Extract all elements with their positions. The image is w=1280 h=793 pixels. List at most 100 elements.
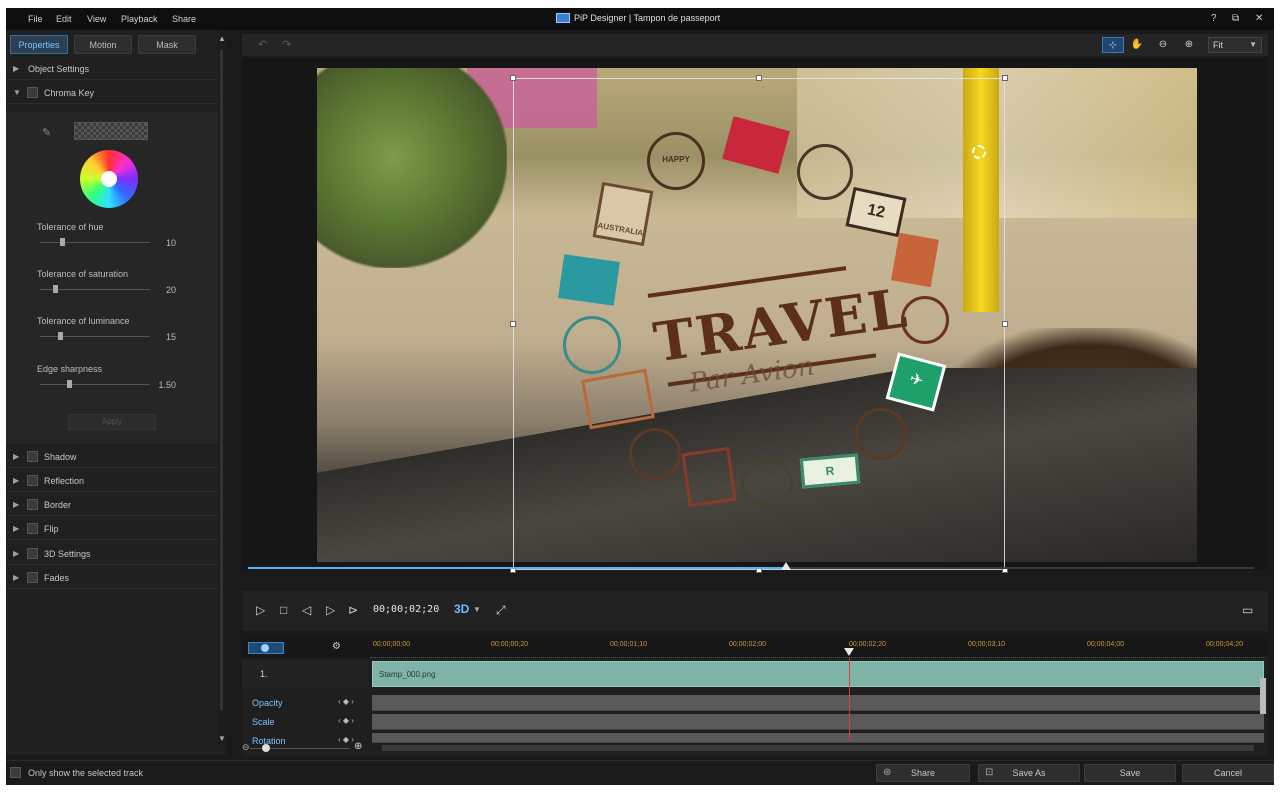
save-as-button[interactable]: ⊡ Save As (978, 764, 1080, 782)
object-selection-box[interactable] (510, 75, 1008, 573)
collapse-arrow-icon[interactable]: ▼ (13, 88, 21, 97)
slider-knob[interactable] (60, 238, 65, 246)
timeline-clip[interactable]: Stamp_000.png (372, 661, 1264, 687)
section-chroma-key[interactable]: ▼ Chroma Key (6, 82, 218, 104)
chroma-key-checkbox[interactable] (27, 87, 38, 98)
close-icon[interactable]: ✕ (1255, 13, 1263, 24)
undo-icon[interactable]: ↶ (258, 38, 267, 51)
playback-progress-knob[interactable] (781, 562, 792, 570)
key-color-swatch[interactable] (74, 122, 148, 140)
3d-mode-button[interactable]: 3D (454, 602, 469, 616)
border-checkbox[interactable] (27, 499, 38, 510)
menu-edit[interactable]: Edit (56, 14, 72, 24)
fullscreen-icon[interactable]: ⤢ (496, 603, 506, 618)
expand-arrow-icon[interactable]: ▶ (13, 524, 19, 533)
playhead-handle[interactable] (844, 648, 855, 656)
zoom-out-icon[interactable]: ⊖ (242, 742, 250, 753)
play-icon[interactable]: ▷ (256, 603, 265, 617)
timeline-scroll-thumb[interactable] (382, 745, 1254, 751)
stop-icon[interactable]: □ (280, 603, 287, 617)
properties-scrollbar[interactable]: ▲ ▼ (218, 30, 226, 745)
resize-handle[interactable] (756, 75, 762, 81)
chevron-down-icon[interactable]: ▼ (473, 605, 481, 614)
keyframe-nav-icon[interactable]: ‹ ◆ › (338, 697, 354, 706)
color-wheel[interactable] (80, 150, 138, 208)
section-reflection[interactable]: ▶ Reflection (6, 470, 218, 492)
slider-knob[interactable] (66, 380, 72, 388)
expand-arrow-icon[interactable]: ▶ (13, 549, 19, 558)
timeline-zoom-knob[interactable] (262, 744, 270, 752)
cancel-button[interactable]: Cancel (1182, 764, 1274, 782)
timeline-vertical-scrollbar[interactable] (1260, 678, 1266, 714)
display-mode-icon[interactable]: ▭ (1242, 603, 1253, 617)
hand-tool-icon[interactable]: ✋ (1126, 37, 1148, 53)
keyframe-track[interactable] (372, 714, 1264, 730)
expand-arrow-icon[interactable]: ▶ (13, 573, 19, 582)
section-shadow[interactable]: ▶ Shadow (6, 446, 218, 468)
section-3d-settings[interactable]: ▶ 3D Settings (6, 543, 218, 565)
menu-playback[interactable]: Playback (121, 14, 158, 24)
share-button[interactable]: ⊛ Share (876, 764, 970, 782)
select-tool-icon[interactable]: ⊹ (1102, 37, 1124, 53)
slider-knob[interactable] (53, 285, 59, 293)
expand-arrow-icon[interactable]: ▶ (13, 476, 19, 485)
only-selected-checkbox[interactable] (10, 767, 21, 778)
menu-view[interactable]: View (87, 14, 106, 24)
save-icon: ⊡ (985, 767, 994, 778)
section-fades[interactable]: ▶ Fades (6, 567, 218, 589)
tab-motion[interactable]: Motion (74, 35, 132, 54)
resize-handle[interactable] (1002, 321, 1008, 327)
timeline-ruler[interactable] (370, 652, 1266, 658)
expand-arrow-icon[interactable]: ▶ (13, 64, 19, 73)
track-header[interactable]: 1. (242, 660, 368, 688)
luminance-tolerance-slider[interactable] (40, 332, 150, 340)
hue-tolerance-slider[interactable] (40, 238, 150, 246)
restore-icon[interactable]: ⧉ (1232, 13, 1239, 24)
zoom-out-icon[interactable]: ⊖ (1152, 37, 1174, 53)
keyframe-track[interactable] (372, 695, 1264, 711)
section-flip[interactable]: ▶ Flip (6, 518, 218, 540)
reflection-checkbox[interactable] (27, 475, 38, 486)
saturation-tolerance-value: 20 (165, 285, 176, 295)
zoom-in-icon[interactable]: ⊕ (1178, 37, 1200, 53)
menu-file[interactable]: File (28, 14, 43, 24)
scroll-down-icon[interactable]: ▼ (218, 734, 226, 743)
scroll-thumb[interactable] (220, 50, 223, 710)
zoom-in-icon[interactable]: ⊕ (354, 741, 362, 752)
saturation-tolerance-slider[interactable] (40, 285, 150, 293)
section-border[interactable]: ▶ Border (6, 494, 218, 516)
resize-handle[interactable] (1002, 75, 1008, 81)
save-button[interactable]: Save (1084, 764, 1176, 782)
gear-icon[interactable]: ⚙ (332, 641, 341, 652)
fades-checkbox[interactable] (27, 572, 38, 583)
help-icon[interactable]: ? (1211, 13, 1217, 24)
preview-area[interactable]: HAPPY AUSTRALIA 12 ✈ R TRAVEL Par Avion (242, 58, 1268, 573)
ruler-tick-label: 00;00;02;00 (729, 641, 766, 648)
shadow-checkbox[interactable] (27, 451, 38, 462)
section-object-settings[interactable]: ▶ Object Settings (6, 58, 218, 80)
tab-mask[interactable]: Mask (138, 35, 196, 54)
apply-button[interactable]: Apply (68, 414, 156, 430)
zoom-level-select[interactable]: Fit ▼ (1208, 37, 1262, 53)
menu-share[interactable]: Share (172, 14, 196, 24)
resize-handle[interactable] (510, 321, 516, 327)
edge-sharpness-slider[interactable] (40, 380, 150, 388)
redo-icon[interactable]: ↷ (282, 38, 291, 51)
resize-handle[interactable] (510, 75, 516, 81)
eyedropper-icon[interactable]: ✎ (42, 126, 51, 139)
timecode-display[interactable]: 00;00;02;20 (373, 604, 439, 615)
keyframe-nav-icon[interactable]: ‹ ◆ › (338, 716, 354, 725)
scroll-up-icon[interactable]: ▲ (218, 34, 226, 43)
playback-progress-track[interactable] (248, 562, 1254, 570)
track-toggle-switch[interactable] (248, 642, 284, 654)
next-frame-icon[interactable]: ▷ (326, 603, 335, 617)
expand-arrow-icon[interactable]: ▶ (13, 500, 19, 509)
tab-properties[interactable]: Properties (10, 35, 68, 54)
rotate-handle-icon[interactable] (972, 145, 986, 159)
slider-knob[interactable] (57, 332, 63, 340)
3d-settings-checkbox[interactable] (27, 548, 38, 559)
expand-arrow-icon[interactable]: ▶ (13, 452, 19, 461)
previous-frame-icon[interactable]: ◁ (302, 603, 311, 617)
flip-checkbox[interactable] (27, 523, 38, 534)
fast-forward-icon[interactable]: ⊳ (348, 603, 358, 617)
